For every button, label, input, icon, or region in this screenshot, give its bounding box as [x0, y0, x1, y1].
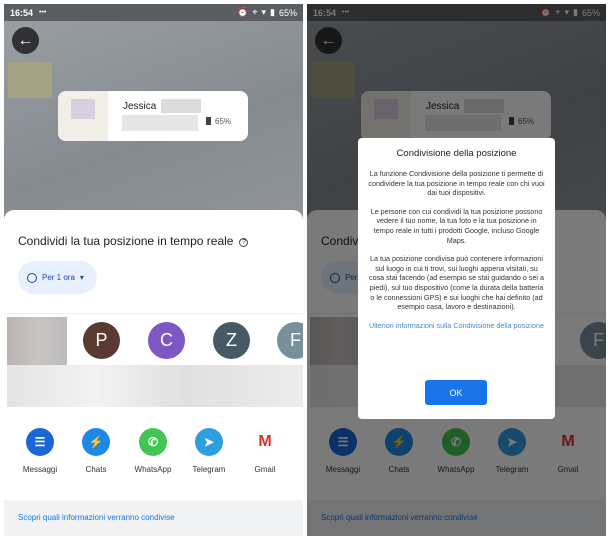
- app-telegram[interactable]: ➤ Telegram: [181, 428, 237, 474]
- contact-avatar[interactable]: F: [277, 322, 303, 359]
- location-card[interactable]: Jessica 65%: [58, 91, 248, 141]
- redacted: [161, 99, 201, 113]
- whatsapp-icon: ✆: [139, 428, 167, 456]
- contact-avatar[interactable]: C: [148, 322, 185, 359]
- caret-down-icon: ▾: [79, 273, 84, 282]
- map-area: [8, 62, 52, 98]
- alarm-icon: ⏰: [237, 7, 249, 17]
- title-text: Condividi la tua posizione in tempo real…: [18, 234, 234, 248]
- app-label: Messaggi: [22, 465, 58, 474]
- phone-screen-right: 16:54••• ⏰⌖▾▮65% ← Jessica 65% Condividi…: [307, 4, 606, 536]
- app-label: Chats: [85, 465, 107, 474]
- phone-screen-left: 16:54 ••• ⏰ ⌖ ▾ ▮ 65% ← Jessica 65% Condividi…: [4, 4, 303, 536]
- contact-avatar[interactable]: P: [83, 322, 120, 359]
- contact-avatar[interactable]: Z: [213, 322, 250, 359]
- messenger-icon: ⚡: [82, 428, 110, 456]
- contacts-row: PCZF: [4, 313, 303, 367]
- app-gmail[interactable]: M Gmail: [237, 428, 293, 474]
- clock-icon: [27, 272, 37, 283]
- app-label: WhatsApp: [134, 465, 172, 474]
- duration-label: Per 1 ora: [42, 273, 75, 282]
- battery-icon: [206, 117, 211, 125]
- gmail-icon: M: [251, 428, 279, 456]
- status-battery: 65%: [278, 7, 297, 18]
- dialog-paragraph: Le persone con cui condividi la tua posi…: [370, 206, 543, 245]
- contact-initial: P: [95, 330, 108, 350]
- telegram-icon: ➤: [195, 428, 223, 456]
- avatar: [58, 91, 108, 141]
- app-label: C: [293, 465, 303, 474]
- messages-icon: ☰: [26, 428, 54, 456]
- contact-initial: F: [290, 330, 301, 350]
- app-label: Telegram: [192, 465, 226, 474]
- battery-level: 65%: [215, 117, 232, 126]
- contact-names-redacted: [7, 365, 303, 407]
- status-time: 16:54: [10, 7, 34, 18]
- contact-initial: Z: [226, 330, 237, 350]
- duration-dropdown[interactable]: Per 1 ora ▾: [18, 261, 97, 294]
- card-battery: 65%: [206, 117, 231, 126]
- footer-link[interactable]: Scopri quali informazioni verranno condi…: [18, 513, 175, 522]
- app-messaggi[interactable]: ☰ Messaggi: [12, 428, 68, 474]
- help-icon[interactable]: ?: [239, 238, 249, 247]
- arrow-left-icon: ←: [17, 31, 34, 49]
- ok-button[interactable]: OK: [425, 380, 487, 405]
- battery-icon: ▮: [270, 7, 275, 17]
- contact-blurred[interactable]: [7, 317, 67, 367]
- wifi-icon: ▾: [261, 7, 267, 17]
- more-info-link[interactable]: Ulteriori informazioni sulla Condivision…: [368, 321, 545, 331]
- dialog-title: Condivisione della posizione: [396, 148, 517, 159]
- signal-icon: •••: [39, 9, 47, 16]
- app-whatsapp[interactable]: ✆ WhatsApp: [125, 428, 181, 474]
- contact-name: Jessica: [123, 101, 157, 112]
- contact-initial: C: [160, 330, 173, 350]
- share-sheet: Condividi la tua posizione in tempo real…: [4, 210, 303, 536]
- sheet-title: Condividi la tua posizione in tempo real…: [18, 234, 249, 248]
- footer: Scopri quali informazioni verranno condi…: [4, 500, 303, 536]
- info-dialog: Condivisione della posizione La funzione …: [358, 138, 555, 419]
- location-icon: ⌖: [252, 7, 258, 17]
- app-c[interactable]: C: [293, 428, 303, 474]
- back-button[interactable]: ←: [12, 27, 39, 54]
- app-chats[interactable]: ⚡ Chats: [68, 428, 124, 474]
- dialog-paragraph: La funzione Condivisione della posizione…: [368, 169, 545, 198]
- status-bar: 16:54 ••• ⏰⌖▾▮65%: [4, 4, 303, 21]
- app-label: Gmail: [254, 465, 276, 474]
- dialog-paragraph: La tua posizione condivisa può contenere…: [368, 254, 544, 312]
- redacted: [122, 115, 198, 131]
